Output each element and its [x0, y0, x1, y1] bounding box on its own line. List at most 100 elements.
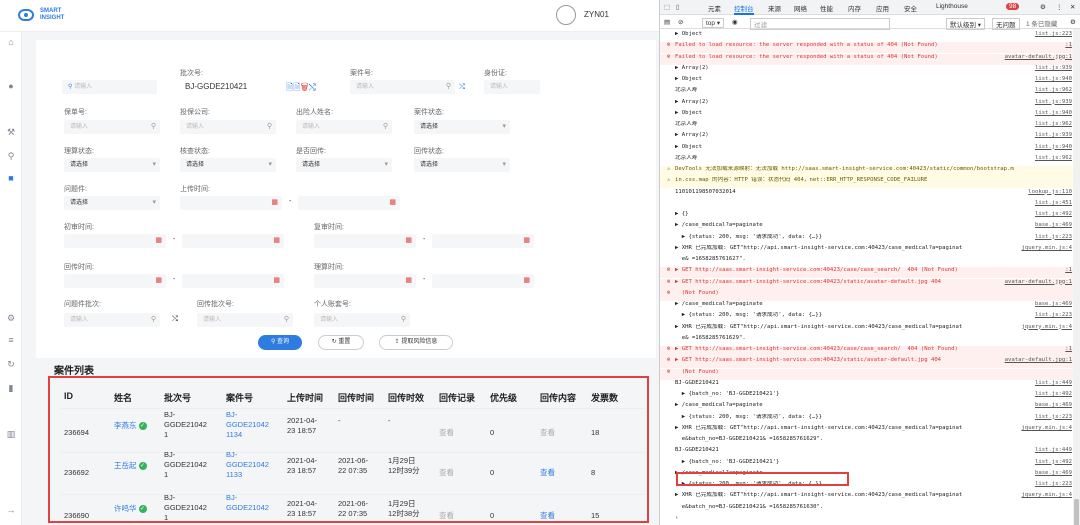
- console-entry[interactable]: 北京人寿 list.js:962: [660, 87, 1074, 98]
- tab-lighthouse[interactable]: Lighthouse: [936, 3, 968, 10]
- console-source-link[interactable]: list.js:962: [1032, 121, 1072, 128]
- console-entry[interactable]: ▶ Array(2) list.js:939: [660, 65, 1074, 76]
- export-risk-button[interactable]: ⇪ 提取风险信息: [379, 335, 453, 350]
- console-source-link[interactable]: list.js:451: [1032, 200, 1072, 207]
- error-count-badge[interactable]: 98: [1006, 3, 1020, 10]
- console-entry[interactable]: BJ-GGDE210421 list.js:449: [660, 447, 1074, 458]
- cell-content-text[interactable]: 查看: [540, 468, 555, 477]
- second-review-end[interactable]: ▦: [432, 234, 534, 248]
- home-icon[interactable]: ⌂: [5, 36, 17, 48]
- console-entry[interactable]: ⚠ in.css.map 的内容：HTTP 错误：状态代码 404，net::ER…: [660, 177, 1074, 189]
- tab-network[interactable]: 网络: [794, 3, 807, 13]
- swap-icon[interactable]: ⤭: [172, 314, 178, 324]
- console-source-link[interactable]: :1: [1062, 267, 1072, 275]
- stats-icon[interactable]: ▮: [5, 382, 17, 394]
- audit-status-select[interactable]: 请选择 ▾: [180, 158, 276, 172]
- console-source-link[interactable]: avatar-default.jpg:1: [1001, 53, 1072, 61]
- console-entry[interactable]: ▶ {status: 200, msg: '请求成功', data: {…}} l…: [660, 414, 1074, 425]
- cell-case-line[interactable]: BJ-: [226, 450, 269, 460]
- console-entry[interactable]: ⊗ ▶ GET http://saas.smart-insight-service…: [660, 357, 1074, 369]
- console-entry[interactable]: ▶ {status: 200, msg: '请求成功', data: {…}} l…: [660, 312, 1074, 323]
- first-review-start[interactable]: ▦: [64, 234, 166, 248]
- console-source-link[interactable]: jquery.min.js:4: [1018, 245, 1072, 252]
- console-source-link[interactable]: list.js:940: [1032, 110, 1072, 117]
- console-source-link[interactable]: list.js:940: [1032, 144, 1072, 151]
- console-source-link[interactable]: list.js:492: [1032, 391, 1072, 398]
- console-entry[interactable]: ▶ /case_medical?a=paginate base.js:469: [660, 402, 1074, 413]
- person-icon[interactable]: ●: [5, 80, 17, 92]
- tab-security[interactable]: 安全: [904, 3, 917, 13]
- console-entry[interactable]: list.js:451: [660, 200, 1074, 211]
- close-icon[interactable]: ✕: [1070, 3, 1075, 11]
- console-source-link[interactable]: jquery.min.js:4: [1018, 425, 1072, 432]
- avatar-icon[interactable]: [556, 5, 576, 25]
- console-source-link[interactable]: base.js:469: [1032, 301, 1072, 308]
- tab-memory[interactable]: 内存: [848, 3, 861, 13]
- console-scrollbar[interactable]: [1073, 29, 1080, 525]
- scrollbar-thumb[interactable]: [1074, 499, 1079, 525]
- console-source-link[interactable]: list.js:962: [1032, 87, 1072, 94]
- console-entry[interactable]: ▶ Object list.js:940: [660, 110, 1074, 121]
- cell-case-line[interactable]: BJ-: [226, 410, 269, 420]
- console-entry[interactable]: ▶ XHR 已完成加载: GET"http://api.smart-insigh…: [660, 245, 1074, 256]
- console-entry[interactable]: ⊗ ▶ GET http://saas.smart-insight-service…: [660, 346, 1074, 357]
- cell-case-line[interactable]: BJ-: [226, 493, 269, 503]
- cell-name[interactable]: 许鸣华 ✓: [114, 504, 147, 514]
- console-entry[interactable]: ⊗ Failed to load resource: the server res…: [660, 53, 1074, 65]
- database-icon[interactable]: ≡: [5, 334, 17, 346]
- swap-icon[interactable]: ⤭: [459, 82, 465, 92]
- search-nav-icon[interactable]: ⚲: [5, 150, 17, 162]
- case-no-input[interactable]: 请输入 ⚲: [350, 80, 455, 94]
- console-source-link[interactable]: base.js:469: [1032, 222, 1072, 229]
- console-source-link[interactable]: list.js:223: [1032, 312, 1072, 319]
- return-select[interactable]: 请选择 ▾: [296, 158, 392, 172]
- tab-console[interactable]: 控制台: [734, 3, 754, 15]
- more-icon[interactable]: ⋮: [1056, 3, 1063, 11]
- console-source-link[interactable]: list.js:223: [1032, 31, 1072, 38]
- console-source-link[interactable]: list.js:223: [1032, 414, 1072, 421]
- console-entry[interactable]: ▶ {} list.js:492: [660, 211, 1074, 222]
- console-source-link[interactable]: list.js:449: [1032, 380, 1072, 387]
- query-button[interactable]: ⚲ 查询: [258, 335, 302, 350]
- tab-application[interactable]: 应用: [876, 3, 889, 13]
- insurer-input[interactable]: 请输入 ⚲: [180, 120, 276, 134]
- problem-select[interactable]: 请选择 ▾: [64, 196, 160, 210]
- app-logo[interactable]: SMART INSIGHT: [18, 6, 68, 26]
- cell-case-line[interactable]: 1134: [226, 430, 269, 440]
- console-source-link[interactable]: avatar-default.jpg:1: [1001, 357, 1072, 365]
- eye-icon[interactable]: ◉: [732, 18, 738, 26]
- console-entry[interactable]: ⊗ ▶ GET http://saas.smart-insight-service…: [660, 278, 1074, 290]
- return-time-start[interactable]: ▦: [64, 274, 166, 288]
- reset-button[interactable]: ↻ 重置: [318, 335, 364, 350]
- console-entry[interactable]: 北京人寿 list.js:962: [660, 155, 1074, 166]
- console-entry[interactable]: ▶ Object list.js:940: [660, 144, 1074, 155]
- console-source-link[interactable]: base.js:469: [1032, 402, 1072, 409]
- tab-sources[interactable]: 来源: [768, 3, 781, 13]
- chart-icon[interactable]: ▥: [5, 428, 17, 440]
- tab-performance[interactable]: 性能: [820, 3, 833, 13]
- settings-nav-icon[interactable]: ⚙: [5, 312, 17, 324]
- console-entry[interactable]: ⊗ (Not Found): [660, 368, 1074, 380]
- console-source-link[interactable]: list.js:939: [1032, 65, 1072, 72]
- console-entry[interactable]: e&batch_no=BJ-GGDE210421& =1658285761630…: [660, 504, 1074, 515]
- inspect-icon[interactable]: ⬚: [664, 3, 670, 11]
- console-source-link[interactable]: list.js:223: [1032, 234, 1072, 241]
- console-source-link[interactable]: list.js:962: [1032, 155, 1072, 162]
- cell-case[interactable]: BJ- GGDE21042: [226, 493, 269, 513]
- refresh-icon[interactable]: ↻: [5, 358, 17, 370]
- console-entry[interactable]: e& =1658285761629".: [660, 335, 1074, 346]
- id-input[interactable]: 请输入: [484, 80, 540, 94]
- console-source-link[interactable]: jquery.min.js:4: [1018, 492, 1072, 499]
- console-entry[interactable]: ▶ {batch_no: 'BJ-GGDE210421'} list.js:492: [660, 459, 1074, 470]
- console-entry[interactable]: ▶ /case_medical?a=paginate base.js:469: [660, 222, 1074, 233]
- cell-content[interactable]: 查看: [540, 511, 555, 521]
- upload-time-end[interactable]: ▦: [298, 196, 400, 210]
- settle-time-end[interactable]: ▦: [432, 274, 534, 288]
- return-batch-input[interactable]: 请输入 ⚲: [197, 313, 293, 327]
- cell-content[interactable]: 查看: [540, 468, 555, 478]
- console-filter-input[interactable]: 过滤: [750, 18, 890, 30]
- tools-icon[interactable]: ⚒: [5, 126, 17, 138]
- tab-elements[interactable]: 元素: [708, 3, 721, 13]
- console-source-link[interactable]: list.js:940: [1032, 76, 1072, 83]
- case-nav-icon[interactable]: ■: [5, 172, 17, 184]
